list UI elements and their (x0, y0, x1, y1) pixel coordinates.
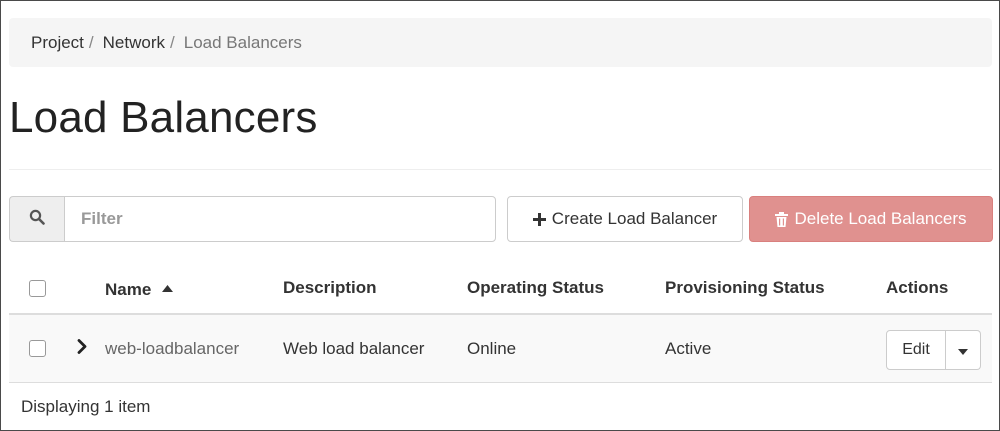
breadcrumb-item-load-balancers: Load Balancers (183, 32, 302, 52)
breadcrumb: Project / Network / Load Balancers (9, 18, 992, 67)
chevron-right-icon (77, 338, 87, 359)
row-checkbox-cell (29, 340, 46, 357)
row-checkbox[interactable] (29, 340, 46, 357)
app-frame: Project / Network / Load Balancers Load … (0, 0, 1000, 431)
load-balancers-table: Name Description Operating Status Provis… (9, 263, 992, 383)
filter-input[interactable] (64, 196, 496, 242)
breadcrumb-separator: / (88, 32, 94, 52)
delete-load-balancers-label: Delete Load Balancers (794, 209, 967, 228)
breadcrumb-separator: / (170, 32, 175, 52)
table-header: Name Description Operating Status Provis… (9, 263, 992, 315)
plus-icon (532, 212, 546, 226)
title-divider (9, 169, 992, 170)
column-header-name[interactable]: Name (105, 277, 174, 300)
item-count-text: Displaying 1 item (21, 396, 151, 416)
create-load-balancer-label: Create Load Balancer (551, 209, 718, 228)
column-header-actions: Actions (886, 278, 949, 297)
edit-button[interactable]: Edit (886, 330, 946, 370)
breadcrumb-item-project[interactable]: Project (31, 33, 84, 53)
table-row: web-loadbalancer Web load balancer Onlin… (9, 315, 992, 383)
row-actions: Edit (886, 330, 981, 370)
column-header-name-label: Name (105, 279, 152, 299)
row-provisioning-status: Active (665, 338, 712, 358)
page-title: Load Balancers (9, 93, 318, 142)
trash-icon (775, 211, 789, 227)
row-description: Web load balancer (283, 338, 425, 358)
load-balancer-name-link[interactable]: web-loadbalancer (105, 339, 239, 358)
filter-group (9, 196, 496, 242)
column-header-description[interactable]: Description (283, 278, 377, 298)
table-footer: Displaying 1 item (9, 384, 992, 429)
delete-load-balancers-button[interactable]: Delete Load Balancers (749, 196, 993, 242)
actions-dropdown-toggle[interactable] (946, 330, 981, 370)
breadcrumb-item-network[interactable]: Network (103, 33, 165, 53)
row-operating-status: Online (467, 338, 517, 358)
row-name-cell: web-loadbalancer (105, 339, 239, 359)
caret-down-icon (958, 340, 968, 360)
column-header-operating-status[interactable]: Operating Status (467, 278, 604, 298)
search-icon (29, 209, 45, 230)
expand-row-toggle[interactable] (77, 338, 87, 359)
column-header-provisioning-status[interactable]: Provisioning Status (665, 278, 825, 298)
create-load-balancer-button[interactable]: Create Load Balancer (507, 196, 743, 242)
sort-ascending-icon (162, 277, 174, 297)
select-all-checkbox[interactable] (29, 279, 46, 297)
search-icon-addon[interactable] (9, 196, 64, 242)
select-all-checkbox-cell (29, 279, 46, 297)
